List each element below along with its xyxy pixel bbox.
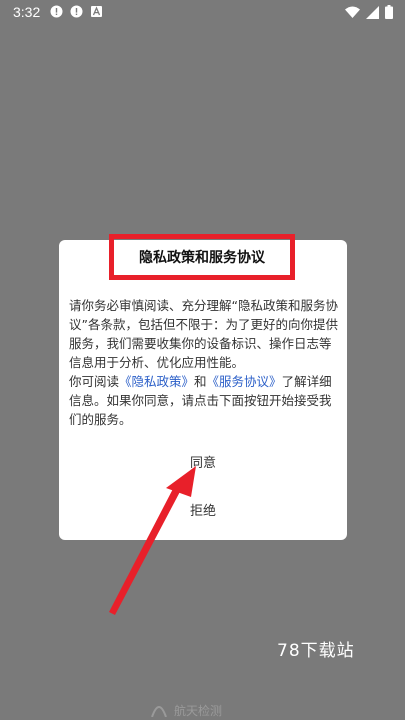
paragraph-2-prefix: 你可阅读 (69, 374, 120, 389)
service-agreement-link[interactable]: 《服务协议》 (207, 374, 282, 389)
alert-circle-icon (50, 5, 63, 18)
reject-button[interactable]: 拒绝 (59, 500, 347, 519)
app-a-icon (90, 5, 103, 18)
title-highlight-box: 隐私政策和服务协议 (109, 234, 295, 280)
dialog-title: 隐私政策和服务协议 (139, 250, 265, 266)
privacy-policy-link[interactable]: 《隐私政策》 (119, 374, 194, 389)
battery-icon (385, 5, 393, 23)
dialog-paragraph-2: 你可阅读《隐私政策》和《服务协议》了解详细信息。如果你同意，请点击下面按钮开始接… (69, 372, 341, 429)
agree-button[interactable]: 同意 (59, 452, 347, 471)
status-time: 3:32 (13, 4, 41, 20)
logo-icon (150, 701, 168, 720)
watermark-text: 78下载站 (277, 641, 355, 661)
screen: 3:32 隐私政策和服务协议 请你务必审慎阅读、充分理解“隐私政策和服务协议”各… (0, 0, 405, 720)
signal-icon (366, 5, 379, 23)
bottom-logo-text: 航天检测 (174, 703, 223, 718)
status-bar: 3:32 (0, 0, 405, 26)
bottom-logo: 航天检测 (150, 700, 270, 720)
status-icons-right (345, 5, 393, 23)
wifi-icon (345, 6, 360, 22)
status-icons-left (50, 5, 103, 18)
dialog-body: 请你务必审慎阅读、充分理解“隐私政策和服务协议”各条款，包括但不限于：为了更好的… (69, 296, 341, 429)
paragraph-2-and: 和 (194, 374, 207, 389)
privacy-dialog: 隐私政策和服务协议 请你务必审慎阅读、充分理解“隐私政策和服务协议”各条款，包括… (59, 234, 347, 540)
dialog-paragraph-1: 请你务必审慎阅读、充分理解“隐私政策和服务协议”各条款，包括但不限于：为了更好的… (69, 298, 338, 370)
alert-circle-icon (70, 5, 83, 18)
